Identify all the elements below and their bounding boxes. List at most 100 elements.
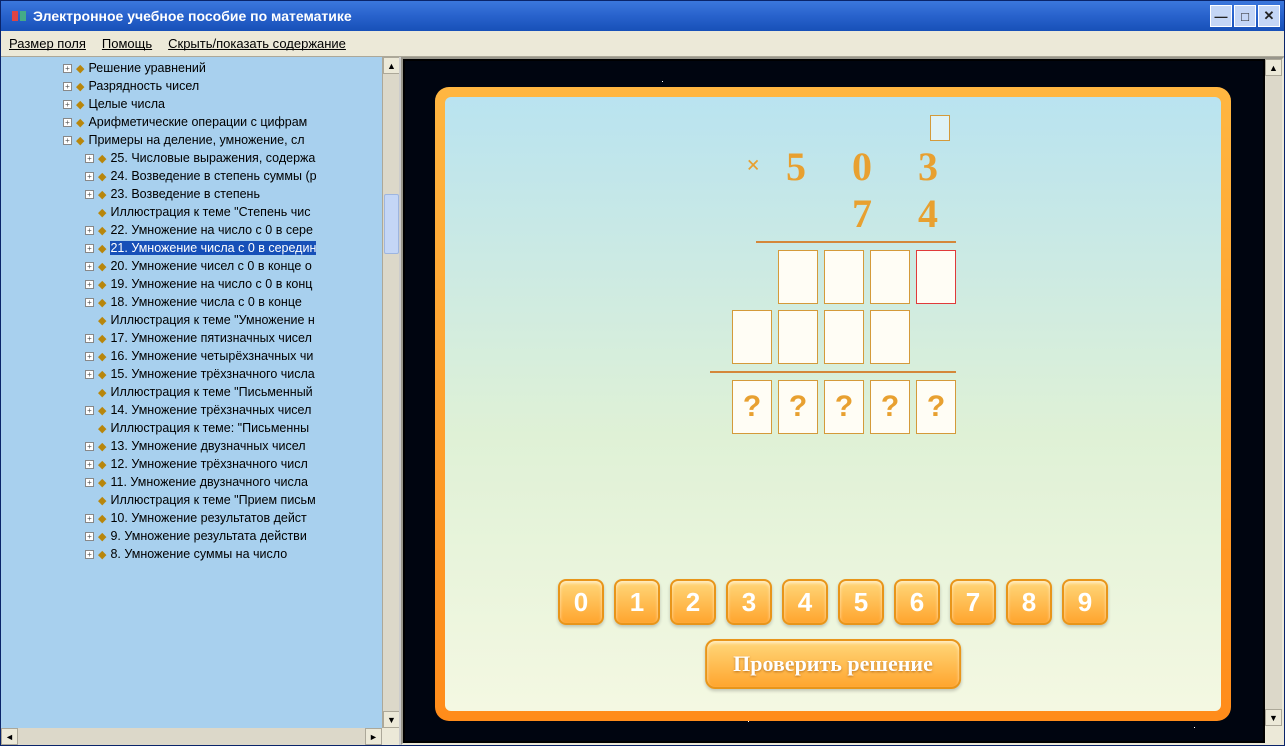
expand-icon[interactable]: +: [85, 514, 94, 523]
toc-item[interactable]: +◆Разрядность чисел: [1, 77, 399, 95]
expand-icon[interactable]: +: [85, 172, 94, 181]
digit-button-1[interactable]: 1: [614, 579, 660, 625]
digit-button-4[interactable]: 4: [782, 579, 828, 625]
close-button[interactable]: ✕: [1258, 5, 1280, 27]
expand-icon[interactable]: +: [85, 262, 94, 271]
expand-icon: [85, 388, 94, 397]
toc-item-label: 12. Умножение трёхзначного числ: [110, 457, 307, 471]
tree-scrollbar-vertical[interactable]: ▲ ▼: [382, 57, 399, 728]
toc-item[interactable]: ◆Иллюстрация к теме "Прием письм: [1, 491, 399, 509]
toc-item[interactable]: +◆17. Умножение пятизначных чисел: [1, 329, 399, 347]
expand-icon[interactable]: +: [85, 406, 94, 415]
menu-help[interactable]: Помощь: [102, 36, 152, 51]
toc-item[interactable]: ◆Иллюстрация к теме "Степень чис: [1, 203, 399, 221]
scroll-down-button[interactable]: ▼: [383, 711, 399, 728]
result-cell[interactable]: ?: [870, 380, 910, 434]
toc-item[interactable]: +◆13. Умножение двузначных чисел: [1, 437, 399, 455]
toc-item[interactable]: +◆Целые числа: [1, 95, 399, 113]
toc-item[interactable]: +◆23. Возведение в степень: [1, 185, 399, 203]
expand-icon[interactable]: +: [85, 478, 94, 487]
answer-cell[interactable]: [870, 250, 910, 304]
toc-item[interactable]: +◆12. Умножение трёхзначного числ: [1, 455, 399, 473]
toc-item[interactable]: +◆Решение уравнений: [1, 59, 399, 77]
scroll-thumb-vertical[interactable]: [384, 194, 399, 254]
expand-icon[interactable]: +: [85, 334, 94, 343]
content-scroll-down[interactable]: ▼: [1265, 709, 1282, 726]
expand-icon[interactable]: +: [63, 64, 72, 73]
topic-icon: ◆: [98, 476, 106, 489]
toc-item[interactable]: +◆22. Умножение на число с 0 в сере: [1, 221, 399, 239]
menu-field-size[interactable]: Размер поля: [9, 36, 86, 51]
toc-item[interactable]: +◆8. Умножение суммы на число: [1, 545, 399, 563]
expand-icon[interactable]: +: [85, 226, 94, 235]
menu-toggle-toc[interactable]: Скрыть/показать содержание: [168, 36, 346, 51]
digit-button-2[interactable]: 2: [670, 579, 716, 625]
expand-icon[interactable]: +: [85, 442, 94, 451]
check-solution-button[interactable]: Проверить решение: [705, 639, 961, 689]
scroll-right-button[interactable]: ►: [365, 728, 382, 745]
toc-item[interactable]: +◆21. Умножение числа с 0 в середин: [1, 239, 399, 257]
answer-cell-active[interactable]: [916, 250, 956, 304]
toc-item[interactable]: +◆11. Умножение двузначного числа: [1, 473, 399, 491]
expand-icon[interactable]: +: [85, 532, 94, 541]
answer-cell[interactable]: [824, 310, 864, 364]
digit-button-7[interactable]: 7: [950, 579, 996, 625]
result-cell[interactable]: ?: [916, 380, 956, 434]
toc-item[interactable]: ◆Иллюстрация к теме "Умножение н: [1, 311, 399, 329]
expand-icon[interactable]: +: [63, 118, 72, 127]
toc-item[interactable]: +◆24. Возведение в степень суммы (р: [1, 167, 399, 185]
toc-item[interactable]: +◆Арифметические операции с цифрам: [1, 113, 399, 131]
expand-icon[interactable]: +: [85, 244, 94, 253]
app-icon: [11, 8, 27, 24]
answer-cell[interactable]: [824, 250, 864, 304]
result-cell[interactable]: ?: [824, 380, 864, 434]
toc-item[interactable]: +◆20. Умножение чисел с 0 в конце о: [1, 257, 399, 275]
expand-icon[interactable]: +: [63, 82, 72, 91]
toc-item[interactable]: +◆18. Умножение числа с 0 в конце: [1, 293, 399, 311]
toc-item[interactable]: +◆16. Умножение четырёхзначных чи: [1, 347, 399, 365]
maximize-button[interactable]: □: [1234, 5, 1256, 27]
answer-cell[interactable]: [778, 250, 818, 304]
toc-item[interactable]: +◆9. Умножение результата действи: [1, 527, 399, 545]
result-cell[interactable]: ?: [732, 380, 772, 434]
answer-cell[interactable]: [732, 310, 772, 364]
expand-icon[interactable]: +: [85, 352, 94, 361]
content-scroll-up[interactable]: ▲: [1265, 59, 1282, 76]
digit-button-6[interactable]: 6: [894, 579, 940, 625]
digit-button-3[interactable]: 3: [726, 579, 772, 625]
toc-item-label: 24. Возведение в степень суммы (р: [110, 169, 316, 183]
expand-icon[interactable]: +: [85, 280, 94, 289]
scroll-track-horizontal[interactable]: [18, 728, 365, 745]
expand-icon[interactable]: +: [85, 154, 94, 163]
digit-button-9[interactable]: 9: [1062, 579, 1108, 625]
digit-button-0[interactable]: 0: [558, 579, 604, 625]
expand-icon: [85, 496, 94, 505]
toc-item[interactable]: +◆Примеры на деление, умножение, сл: [1, 131, 399, 149]
scroll-left-button[interactable]: ◄: [1, 728, 18, 745]
result-cell[interactable]: ?: [778, 380, 818, 434]
toc-item[interactable]: +◆15. Умножение трёхзначного числа: [1, 365, 399, 383]
toc-item[interactable]: +◆14. Умножение трёхзначных чисел: [1, 401, 399, 419]
digit-button-8[interactable]: 8: [1006, 579, 1052, 625]
toc-tree[interactable]: +◆Решение уравнений+◆Разрядность чисел+◆…: [1, 57, 399, 728]
expand-icon[interactable]: +: [63, 136, 72, 145]
toc-item[interactable]: ◆Иллюстрация к теме: "Письменны: [1, 419, 399, 437]
expand-icon[interactable]: +: [85, 370, 94, 379]
carry-box[interactable]: [930, 115, 950, 141]
expand-icon[interactable]: +: [63, 100, 72, 109]
scroll-up-button[interactable]: ▲: [383, 57, 399, 74]
toc-item[interactable]: +◆25. Числовые выражения, содержа: [1, 149, 399, 167]
content-scrollbar-vertical[interactable]: ▲ ▼: [1265, 59, 1282, 726]
expand-icon[interactable]: +: [85, 190, 94, 199]
digit-button-5[interactable]: 5: [838, 579, 884, 625]
toc-item[interactable]: +◆19. Умножение на число с 0 в конц: [1, 275, 399, 293]
expand-icon[interactable]: +: [85, 460, 94, 469]
minimize-button[interactable]: —: [1210, 5, 1232, 27]
tree-scrollbar-horizontal[interactable]: ◄ ►: [1, 728, 399, 745]
toc-item[interactable]: ◆Иллюстрация к теме "Письменный: [1, 383, 399, 401]
expand-icon[interactable]: +: [85, 298, 94, 307]
answer-cell[interactable]: [870, 310, 910, 364]
answer-cell[interactable]: [778, 310, 818, 364]
expand-icon[interactable]: +: [85, 550, 94, 559]
toc-item[interactable]: +◆10. Умножение результатов дейст: [1, 509, 399, 527]
